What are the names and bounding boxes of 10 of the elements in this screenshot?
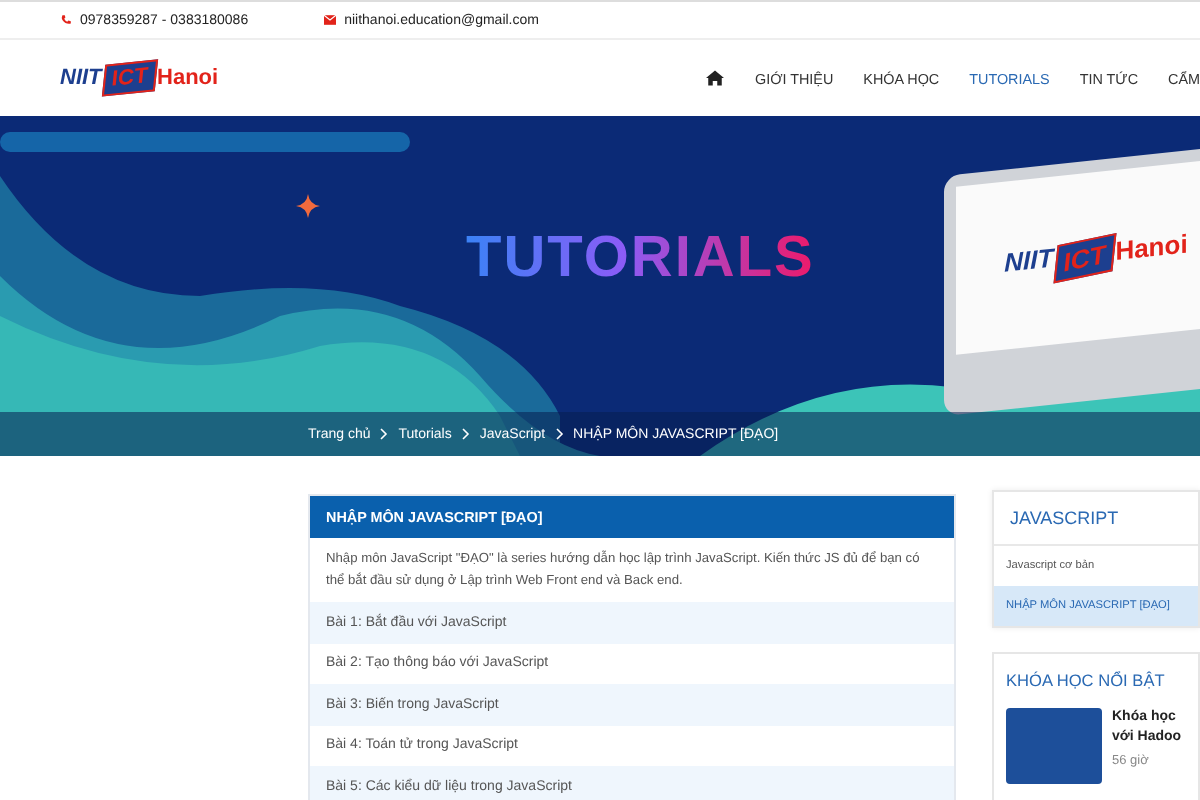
email-icon (324, 14, 337, 26)
chevron-icon (461, 428, 470, 440)
home-icon[interactable] (706, 70, 725, 86)
phone-icon (60, 14, 72, 26)
featured-title: KHÓA HỌC NỔI BẬT (1006, 670, 1167, 690)
sparkle-icon (296, 194, 320, 218)
chevron-icon (380, 428, 389, 440)
site-logo[interactable]: NIIT ICT Hanoi (60, 62, 219, 94)
chevron-icon (555, 428, 564, 440)
category-title: JAVASCRIPT (994, 492, 1198, 546)
